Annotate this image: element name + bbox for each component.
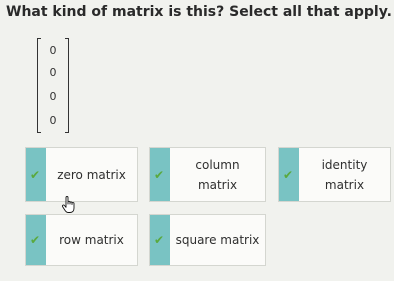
choice-square-matrix[interactable]: ✔ square matrix	[149, 214, 266, 266]
matrix-entry: 0	[49, 114, 57, 127]
choice-label: identity matrix	[321, 157, 368, 192]
check-icon: ✔	[30, 233, 41, 247]
choice-row-matrix[interactable]: ✔ row matrix	[25, 214, 138, 266]
choice-column-matrix[interactable]: ✔ column matrix	[149, 147, 266, 202]
check-icon: ✔	[154, 233, 165, 247]
choice-label: zero matrix	[57, 167, 126, 182]
check-icon: ✔	[154, 167, 165, 182]
hand-pointer-icon	[61, 196, 75, 213]
choice-label: column matrix	[195, 157, 240, 192]
matrix-entry: 0	[49, 90, 57, 103]
check-icon: ✔	[30, 167, 41, 182]
choice-label: square matrix	[175, 233, 260, 247]
choice-label: row matrix	[59, 233, 124, 247]
check-icon: ✔	[283, 167, 294, 182]
choice-zero-matrix[interactable]: ✔ zero matrix	[25, 147, 138, 202]
matrix-entry: 0	[49, 66, 57, 79]
column-matrix-display: 0 0 0 0	[37, 38, 69, 133]
question-text: What kind of matrix is this? Select all …	[6, 4, 392, 20]
choice-identity-matrix[interactable]: ✔ identity matrix	[278, 147, 391, 202]
matrix-entry: 0	[49, 44, 57, 57]
